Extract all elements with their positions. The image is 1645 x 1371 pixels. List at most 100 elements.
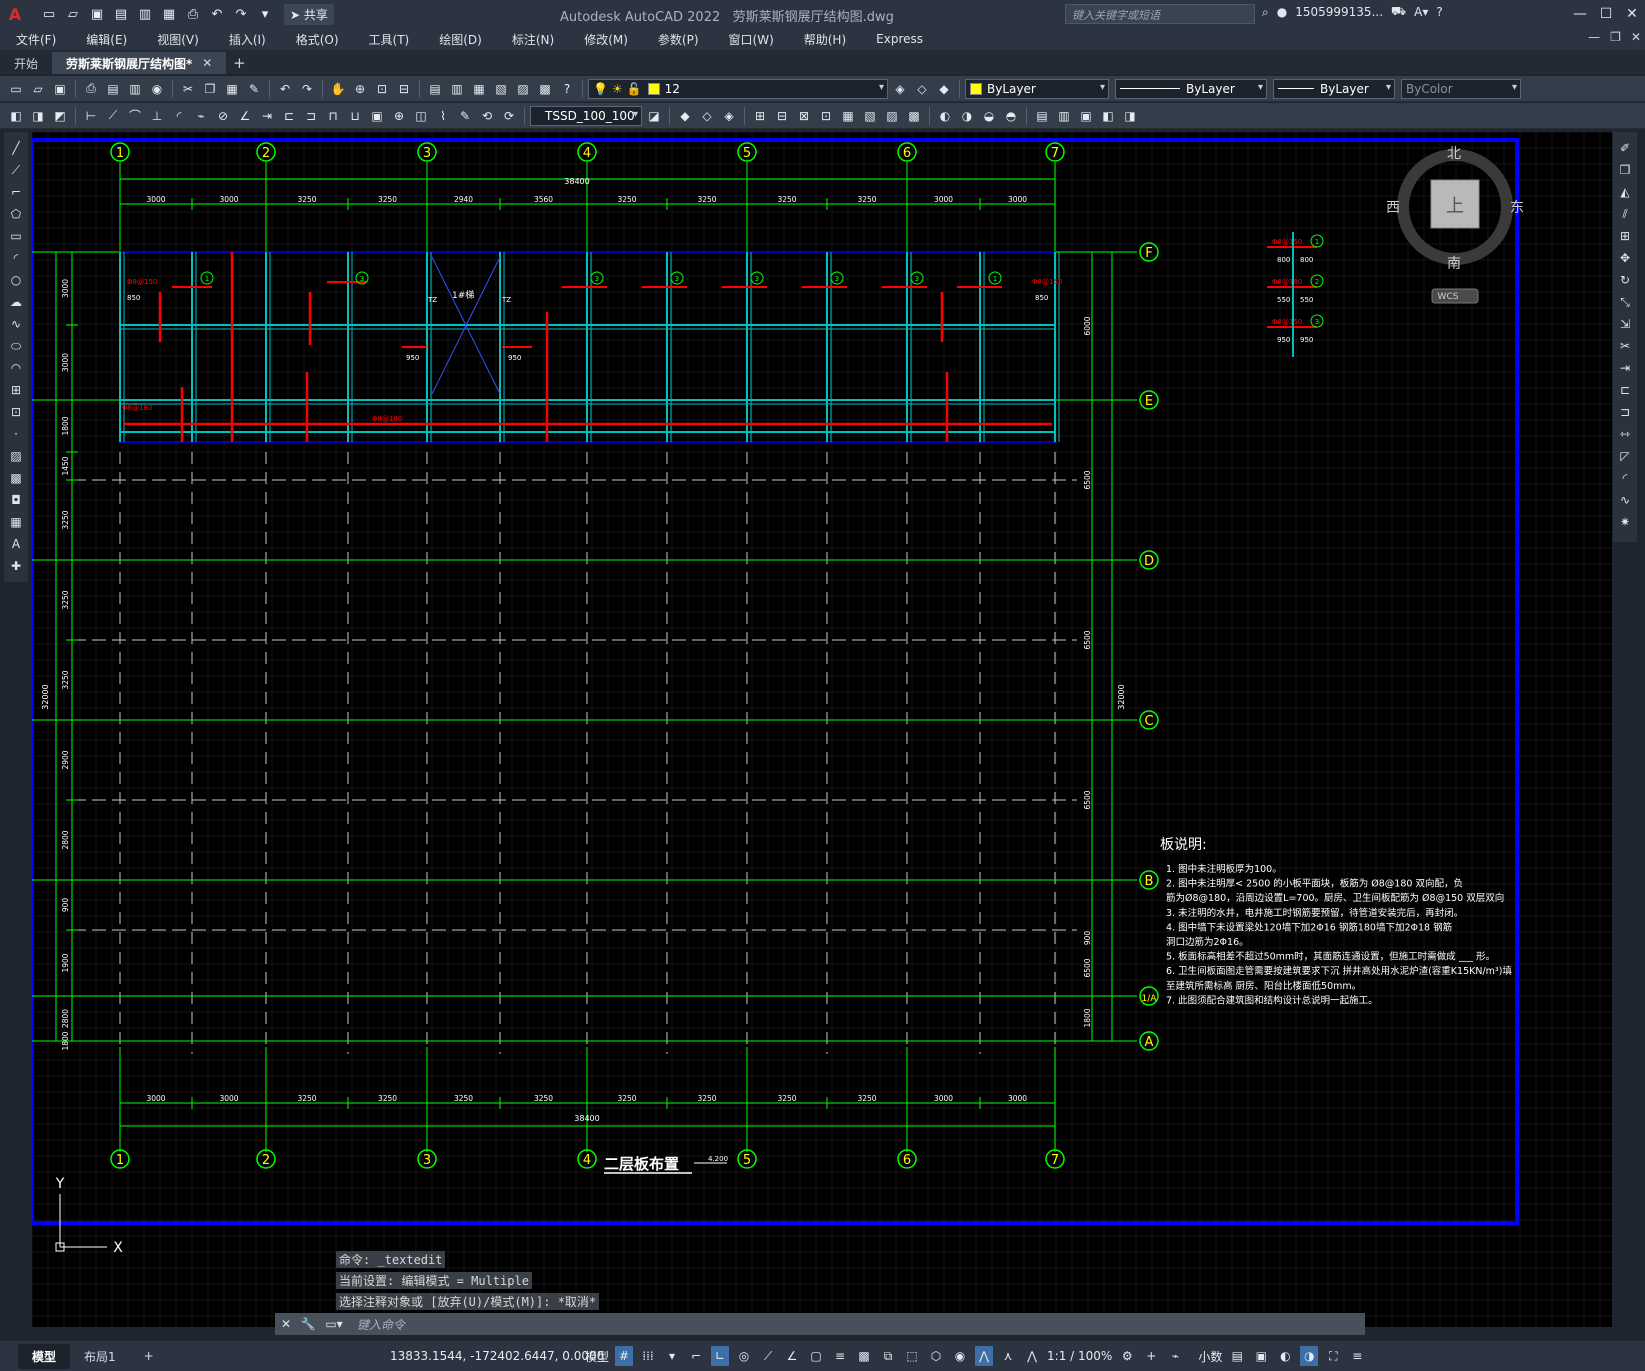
user-icon[interactable]: ● bbox=[1277, 5, 1287, 19]
make-current-layer-icon[interactable]: ◈ bbox=[890, 79, 910, 99]
zoom-previous-icon[interactable]: ⊟ bbox=[394, 79, 414, 99]
menu-help[interactable]: 帮助(H) bbox=[788, 31, 860, 48]
arc-icon[interactable]: ◜ bbox=[6, 248, 26, 268]
publish-icon[interactable]: ▥ bbox=[134, 3, 156, 25]
help-icon[interactable]: ? bbox=[557, 79, 577, 99]
region-icon[interactable]: ◘ bbox=[6, 490, 26, 510]
jogged-linear-icon[interactable]: ⌇ bbox=[433, 106, 453, 126]
tssd-icon[interactable]: ◨ bbox=[28, 106, 48, 126]
circle-icon[interactable]: ○ bbox=[6, 270, 26, 290]
mirror-icon[interactable]: ◭ bbox=[1615, 182, 1635, 202]
tab-model[interactable]: 模型 bbox=[18, 1343, 71, 1369]
point-icon[interactable]: · bbox=[6, 424, 26, 444]
dim-break-icon[interactable]: ⊔ bbox=[345, 106, 365, 126]
dropdown-icon[interactable]: ▾ bbox=[663, 1346, 681, 1366]
graphics-performance-icon[interactable]: ◑ bbox=[1300, 1346, 1319, 1366]
polyline-icon[interactable]: ⌐ bbox=[6, 182, 26, 202]
menu-express[interactable]: Express bbox=[860, 32, 937, 46]
ortho-icon[interactable]: ∟ bbox=[711, 1346, 730, 1366]
modify-tool-icon[interactable]: ◨ bbox=[1120, 106, 1140, 126]
ellipse-arc-icon[interactable]: ◠ bbox=[6, 358, 26, 378]
dynamic-ucs-icon[interactable]: ⬡ bbox=[927, 1346, 945, 1366]
tssd-icon[interactable]: ◩ bbox=[50, 106, 70, 126]
modify-tool-icon[interactable]: ◆ bbox=[675, 106, 695, 126]
drawing-area[interactable]: 38400 3000 3000 3250 3250 2940 3560 3250 3250 325… bbox=[32, 132, 1612, 1327]
infer-constraints-icon[interactable]: ⌐ bbox=[687, 1346, 705, 1366]
linear-dim-icon[interactable]: ⊢ bbox=[81, 106, 101, 126]
paste-icon[interactable]: ▦ bbox=[222, 79, 242, 99]
annotation-scale-icon[interactable]: ⋀ bbox=[1023, 1346, 1041, 1366]
autocad-logo[interactable]: A bbox=[0, 0, 30, 28]
plot-preview-icon[interactable]: ▦ bbox=[158, 3, 180, 25]
object-snap-tracking-icon[interactable]: ∠ bbox=[783, 1346, 801, 1366]
chamfer-icon[interactable]: ◸ bbox=[1615, 446, 1635, 466]
new-icon[interactable]: ▭ bbox=[6, 79, 26, 99]
modify-tool-icon[interactable]: ⊡ bbox=[816, 106, 836, 126]
close-tab-icon[interactable]: ✕ bbox=[202, 56, 212, 70]
redo-icon[interactable]: ↷ bbox=[230, 3, 252, 25]
selection-filter-icon[interactable]: ◉ bbox=[951, 1346, 969, 1366]
search-input[interactable]: 键入关键字或短语 bbox=[1065, 4, 1255, 24]
baseline-dim-icon[interactable]: ⊏ bbox=[279, 106, 299, 126]
layer-dropdown[interactable]: 💡 ☀ 🔓 12 ▾ bbox=[588, 78, 888, 99]
modify-tool-icon[interactable]: ▦ bbox=[838, 106, 858, 126]
help-icon[interactable]: ? bbox=[1436, 5, 1442, 19]
design-center-icon[interactable]: ▥ bbox=[447, 79, 467, 99]
auto-scale-icon[interactable]: ⋏ bbox=[999, 1346, 1017, 1366]
offset-icon[interactable]: ⫽ bbox=[1615, 204, 1635, 224]
copy-icon[interactable]: ❐ bbox=[1615, 160, 1635, 180]
erase-icon[interactable]: ✐ bbox=[1615, 138, 1635, 158]
explode-icon[interactable]: ✷ bbox=[1615, 512, 1635, 532]
3d-osnap-icon[interactable]: ⬚ bbox=[903, 1346, 921, 1366]
new-tab-icon[interactable]: + bbox=[226, 52, 252, 74]
annotation-visibility-icon[interactable]: ⋀ bbox=[975, 1346, 994, 1366]
customize-icon[interactable]: 🔧 bbox=[297, 1317, 319, 1331]
match-properties-icon[interactable]: ✎ bbox=[244, 79, 264, 99]
customize-icon[interactable]: ▾ bbox=[254, 3, 276, 25]
aligned-dim-icon[interactable]: ⟋ bbox=[103, 106, 123, 126]
doc-restore-icon[interactable]: ❐ bbox=[1610, 30, 1621, 44]
dim-update-icon[interactable]: ⟳ bbox=[499, 106, 519, 126]
extend-icon[interactable]: ⇥ bbox=[1615, 358, 1635, 378]
layer-previous-icon[interactable]: ◇ bbox=[912, 79, 932, 99]
spline-icon[interactable]: ∿ bbox=[6, 314, 26, 334]
zoom-realtime-icon[interactable]: ⊕ bbox=[350, 79, 370, 99]
clean-screen-icon[interactable]: ⛶ bbox=[1324, 1346, 1342, 1366]
plotstyle-dropdown[interactable]: ByColor ▾ bbox=[1401, 78, 1521, 99]
move-icon[interactable]: ✥ bbox=[1615, 248, 1635, 268]
continue-dim-icon[interactable]: ⊐ bbox=[301, 106, 321, 126]
quick-properties-icon[interactable]: ▤ bbox=[1228, 1346, 1246, 1366]
menu-draw[interactable]: 绘图(D) bbox=[423, 31, 496, 48]
dimtedit-icon[interactable]: ⟲ bbox=[477, 106, 497, 126]
print-icon[interactable]: ⎙ bbox=[182, 3, 204, 25]
menu-parametric[interactable]: 参数(P) bbox=[642, 31, 713, 48]
modify-tool-icon[interactable]: ⊞ bbox=[750, 106, 770, 126]
modify-tool-icon[interactable]: ◈ bbox=[719, 106, 739, 126]
menu-view[interactable]: 视图(V) bbox=[141, 31, 213, 48]
modify-tool-icon[interactable]: ▧ bbox=[860, 106, 880, 126]
calculator-icon[interactable]: ▩ bbox=[535, 79, 555, 99]
stretch-icon[interactable]: ⇲ bbox=[1615, 314, 1635, 334]
model-space-toggle[interactable]: 模型 bbox=[585, 1346, 609, 1366]
ellipse-icon[interactable]: ⬭ bbox=[6, 336, 26, 356]
add-selected-icon[interactable]: ✚ bbox=[6, 556, 26, 576]
plot-preview-icon[interactable]: ▤ bbox=[103, 79, 123, 99]
tab-layout1[interactable]: 布局1 bbox=[70, 1344, 130, 1369]
arc-length-icon[interactable]: ⌒ bbox=[125, 106, 145, 126]
modify-tool-icon[interactable]: ◇ bbox=[697, 106, 717, 126]
modify-tool-icon[interactable]: ▩ bbox=[904, 106, 924, 126]
add-layout-icon[interactable]: + bbox=[130, 1345, 168, 1367]
properties-icon[interactable]: ▤ bbox=[425, 79, 445, 99]
isodraft-icon[interactable]: ⟋ bbox=[759, 1346, 777, 1366]
tolerance-icon[interactable]: ▣ bbox=[367, 106, 387, 126]
tssd-icon[interactable]: ◧ bbox=[6, 106, 26, 126]
lineweight-icon[interactable]: ≡ bbox=[831, 1346, 849, 1366]
modify-tool-icon[interactable]: ◐ bbox=[935, 106, 955, 126]
rectangle-icon[interactable]: ▭ bbox=[6, 226, 26, 246]
modify-tool-icon[interactable]: ▤ bbox=[1032, 106, 1052, 126]
share-button[interactable]: ➤ 共享 bbox=[284, 3, 334, 25]
dimstyle-dropdown[interactable]: TSSD_100_100 ▾ bbox=[530, 105, 642, 126]
redo-icon[interactable]: ↷ bbox=[297, 79, 317, 99]
selection-cycling-icon[interactable]: ⧉ bbox=[879, 1346, 897, 1366]
close-icon[interactable]: ✕ bbox=[275, 1317, 297, 1331]
